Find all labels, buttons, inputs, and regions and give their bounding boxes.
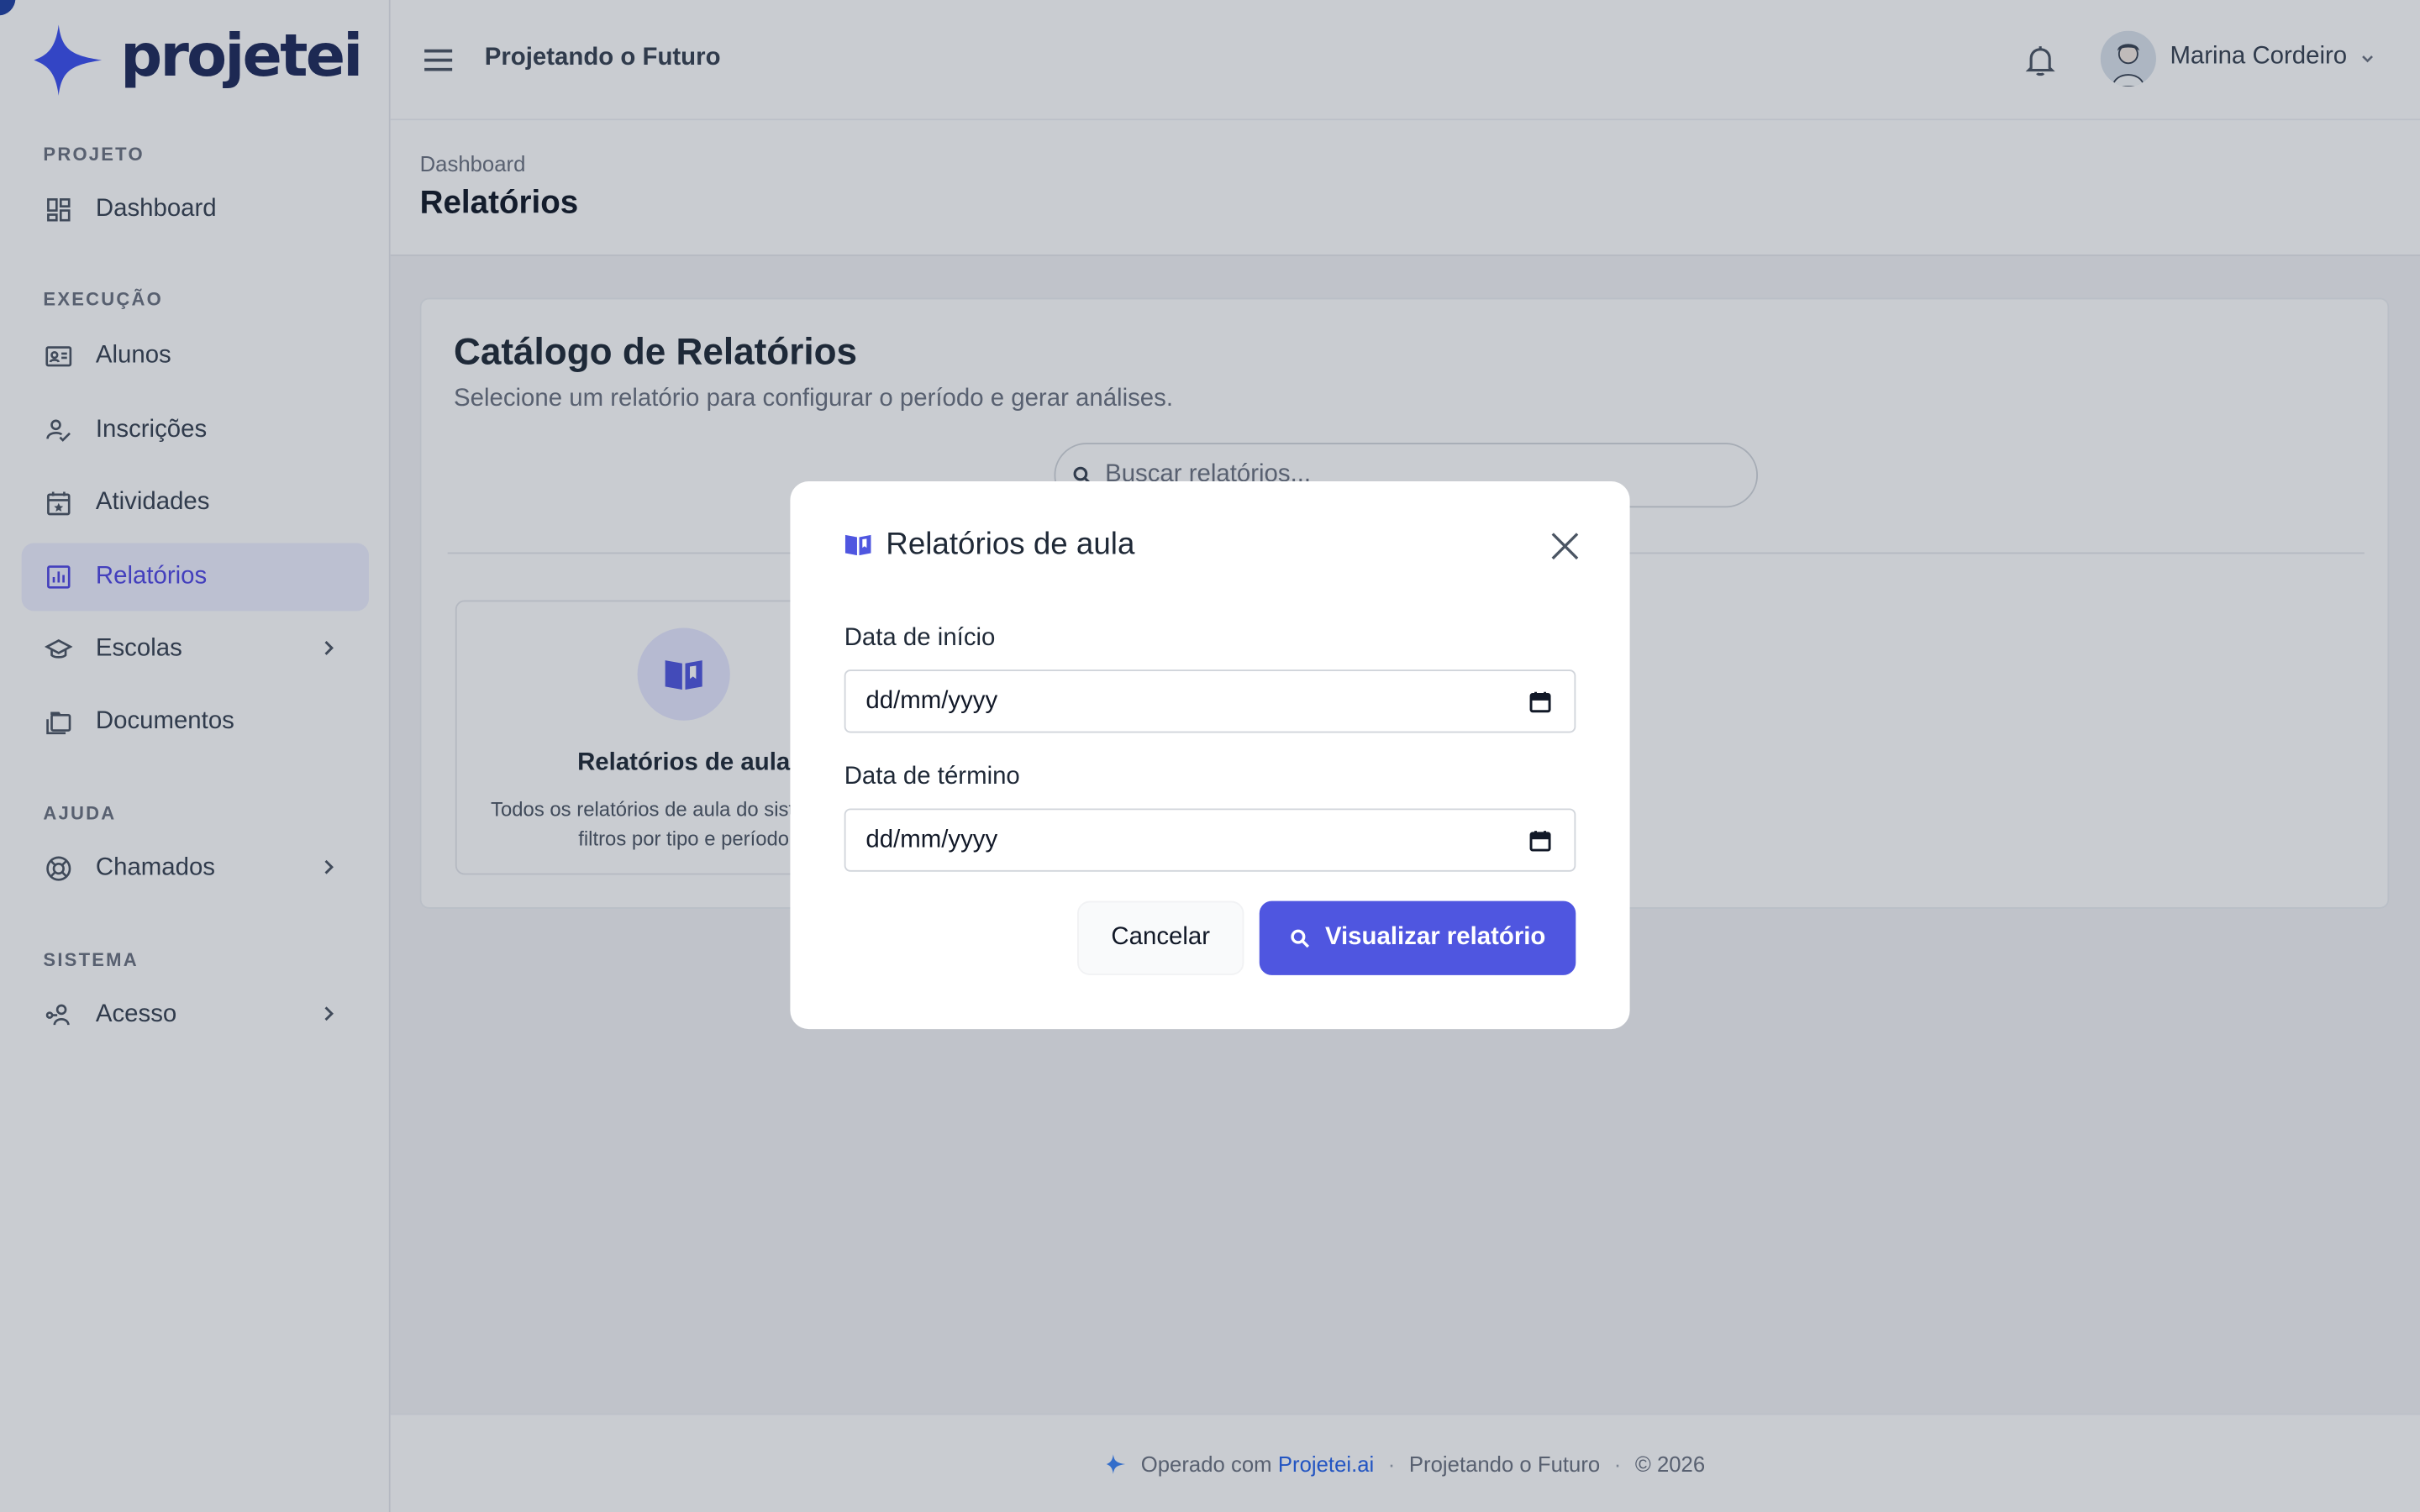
start-date-label: Data de início [844,624,996,652]
calendar-icon[interactable] [1528,828,1552,853]
search-icon [1290,928,1309,948]
end-date-field[interactable]: dd/mm/yyyy [844,808,1576,872]
calendar-icon[interactable] [1528,690,1552,714]
close-icon[interactable] [1548,529,1581,563]
start-date-field[interactable]: dd/mm/yyyy [844,669,1576,733]
cancel-button[interactable]: Cancelar [1077,900,1244,975]
report-modal: Relatórios de aula Data de início dd/mm/… [790,481,1630,1030]
modal-title: Relatórios de aula [886,528,1135,562]
end-date-label: Data de término [844,764,1020,790]
view-report-button[interactable]: Visualizar relatório [1259,900,1576,975]
start-date-value: dd/mm/yyyy [865,688,998,715]
view-report-label: Visualizar relatório [1324,924,1546,951]
app-root: projetei PROJETO Dashboard EXECUÇÃO Alun… [0,0,2420,1512]
book-open-icon [844,534,871,556]
end-date-value: dd/mm/yyyy [865,827,998,853]
